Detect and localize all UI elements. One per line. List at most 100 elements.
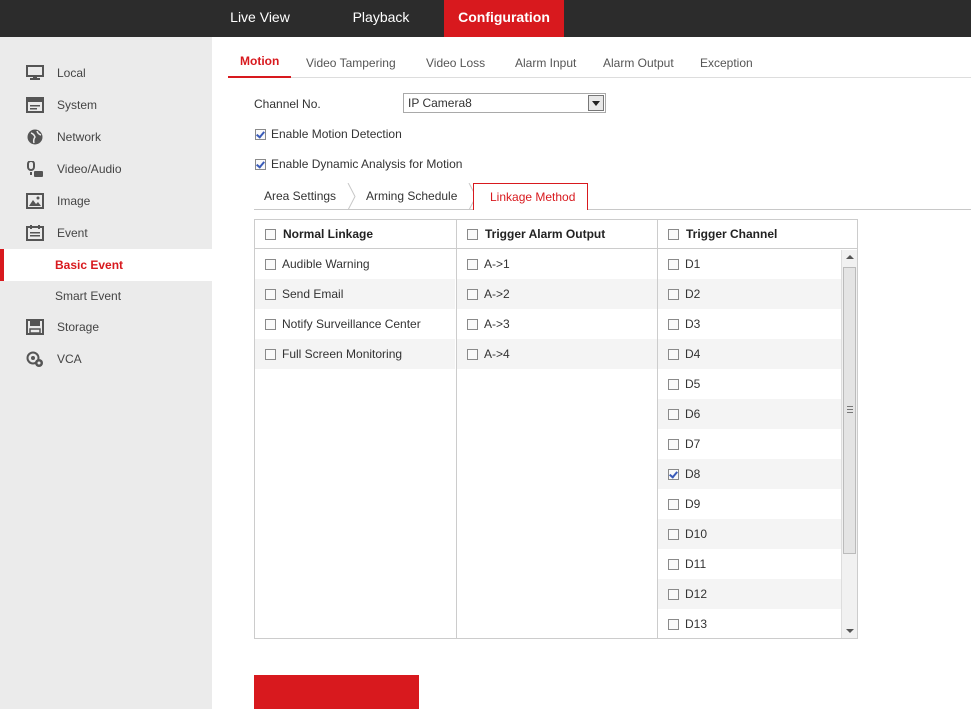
- channel-d12-checkbox[interactable]: [668, 589, 679, 600]
- list-item: Full Screen Monitoring: [255, 339, 455, 369]
- list-item-label: A->4: [484, 347, 510, 361]
- full-screen-monitoring-checkbox[interactable]: [265, 349, 276, 360]
- enable-dynamic-analysis-checkbox[interactable]: [255, 159, 266, 170]
- vca-gear-icon: [26, 351, 43, 367]
- sidebar-item-network[interactable]: Network: [0, 121, 212, 153]
- scrollbar-thumb[interactable]: [843, 267, 856, 554]
- grip-icon: [847, 406, 853, 413]
- list-item-label: A->1: [484, 257, 510, 271]
- list-item-label: D9: [685, 497, 701, 511]
- list-item: D9: [658, 489, 842, 519]
- subtab-area-settings[interactable]: Area Settings: [254, 183, 349, 210]
- sidebar-item-basic-event[interactable]: Basic Event: [0, 249, 212, 281]
- alarm-output-2-checkbox[interactable]: [467, 289, 478, 300]
- alarm-output-3-checkbox[interactable]: [467, 319, 478, 330]
- channel-d3-checkbox[interactable]: [668, 319, 679, 330]
- sidebar-item-event[interactable]: Event: [0, 217, 212, 249]
- sidebar-item-label: Smart Event: [55, 289, 122, 303]
- list-item: Notify Surveillance Center: [255, 309, 455, 339]
- list-item-label: D8: [685, 467, 701, 481]
- list-item-label: D10: [685, 527, 708, 541]
- image-icon: [26, 193, 44, 209]
- tab-motion[interactable]: Motion: [228, 46, 292, 78]
- sidebar-item-storage[interactable]: Storage: [0, 311, 212, 343]
- channel-d8-checkbox[interactable]: [668, 469, 679, 480]
- list-item: Send Email: [255, 279, 455, 309]
- trigger-channel-select-all-checkbox[interactable]: [668, 229, 679, 240]
- column-header-label: Normal Linkage: [283, 227, 374, 241]
- channel-d7-checkbox[interactable]: [668, 439, 679, 450]
- globe-icon: [27, 129, 43, 145]
- sidebar-item-system[interactable]: System: [0, 89, 212, 121]
- channel-d13-checkbox[interactable]: [668, 619, 679, 630]
- floppy-disk-icon: [26, 319, 44, 335]
- sidebar-item-video-audio[interactable]: Video/Audio: [0, 153, 212, 185]
- list-item: D8: [658, 459, 842, 489]
- send-email-checkbox[interactable]: [265, 289, 276, 300]
- tab-video-loss[interactable]: Video Loss: [426, 46, 485, 78]
- sidebar-item-smart-event[interactable]: Smart Event: [0, 280, 212, 312]
- event-tabs: Motion Video Tampering Video Loss Alarm …: [228, 46, 971, 78]
- column-header-label: Trigger Channel: [686, 227, 778, 241]
- list-item: D11: [658, 549, 842, 579]
- list-item: D3: [658, 309, 842, 339]
- tab-exception[interactable]: Exception: [700, 46, 753, 78]
- normal-linkage-select-all-checkbox[interactable]: [265, 229, 276, 240]
- list-item-label: D5: [685, 377, 701, 391]
- list-item-label: D7: [685, 437, 701, 451]
- nav-configuration[interactable]: Configuration: [444, 0, 564, 37]
- list-item-label: D4: [685, 347, 701, 361]
- sidebar-item-vca[interactable]: VCA: [0, 343, 212, 375]
- alarm-output-select-all-checkbox[interactable]: [467, 229, 478, 240]
- tab-alarm-output[interactable]: Alarm Output: [603, 46, 674, 78]
- list-item-label: Full Screen Monitoring: [282, 347, 403, 361]
- trigger-alarm-output-header: Trigger Alarm Output: [457, 220, 657, 249]
- trigger-channel-column: Trigger Channel D1 D2 D3 D4 D5 D6 D7 D8 …: [657, 220, 857, 638]
- tab-video-tampering[interactable]: Video Tampering: [306, 46, 396, 78]
- calendar-icon: [26, 225, 44, 241]
- system-window-icon: [26, 97, 44, 113]
- motion-subtabs: Area Settings Arming Schedule Linkage Me…: [254, 183, 971, 210]
- chevron-down-icon[interactable]: [588, 95, 604, 111]
- alarm-output-1-checkbox[interactable]: [467, 259, 478, 270]
- list-item: D6: [658, 399, 842, 429]
- channel-d5-checkbox[interactable]: [668, 379, 679, 390]
- list-item-label: D3: [685, 317, 701, 331]
- sidebar-item-label: System: [57, 98, 98, 112]
- nav-live-view[interactable]: Live View: [208, 0, 312, 37]
- scroll-up-arrow-icon[interactable]: [846, 255, 854, 259]
- tab-alarm-input[interactable]: Alarm Input: [515, 46, 576, 78]
- list-item: D5: [658, 369, 842, 399]
- sidebar-item-label: Network: [57, 130, 102, 144]
- subtab-linkage-method[interactable]: Linkage Method: [473, 183, 588, 210]
- enable-dynamic-analysis-label: Enable Dynamic Analysis for Motion: [271, 157, 463, 171]
- notify-surveillance-center-checkbox[interactable]: [265, 319, 276, 330]
- scroll-down-arrow-icon[interactable]: [846, 629, 854, 633]
- channel-d1-checkbox[interactable]: [668, 259, 679, 270]
- channel-d10-checkbox[interactable]: [668, 529, 679, 540]
- subtab-arming-schedule[interactable]: Arming Schedule: [356, 183, 471, 210]
- channel-d9-checkbox[interactable]: [668, 499, 679, 510]
- list-item-label: D1: [685, 257, 701, 271]
- channel-d4-checkbox[interactable]: [668, 349, 679, 360]
- sidebar-item-image[interactable]: Image: [0, 185, 212, 217]
- trigger-channel-header: Trigger Channel: [658, 220, 857, 249]
- audible-warning-checkbox[interactable]: [265, 259, 276, 270]
- channel-select[interactable]: IP Camera8: [403, 93, 606, 113]
- list-item: A->4: [457, 339, 657, 369]
- save-button[interactable]: [254, 675, 419, 709]
- channel-d2-checkbox[interactable]: [668, 289, 679, 300]
- sidebar-item-local[interactable]: Local: [0, 57, 212, 89]
- list-item: D12: [658, 579, 842, 609]
- trigger-channel-scrollbar[interactable]: [841, 250, 857, 638]
- list-item-label: D13: [685, 617, 708, 631]
- list-item-label: D2: [685, 287, 701, 301]
- enable-motion-checkbox[interactable]: [255, 129, 266, 140]
- list-item: D10: [658, 519, 842, 549]
- alarm-output-4-checkbox[interactable]: [467, 349, 478, 360]
- nav-playback[interactable]: Playback: [329, 0, 433, 37]
- channel-d6-checkbox[interactable]: [668, 409, 679, 420]
- list-item-label: A->3: [484, 317, 510, 331]
- channel-d11-checkbox[interactable]: [668, 559, 679, 570]
- enable-motion-label: Enable Motion Detection: [271, 127, 402, 141]
